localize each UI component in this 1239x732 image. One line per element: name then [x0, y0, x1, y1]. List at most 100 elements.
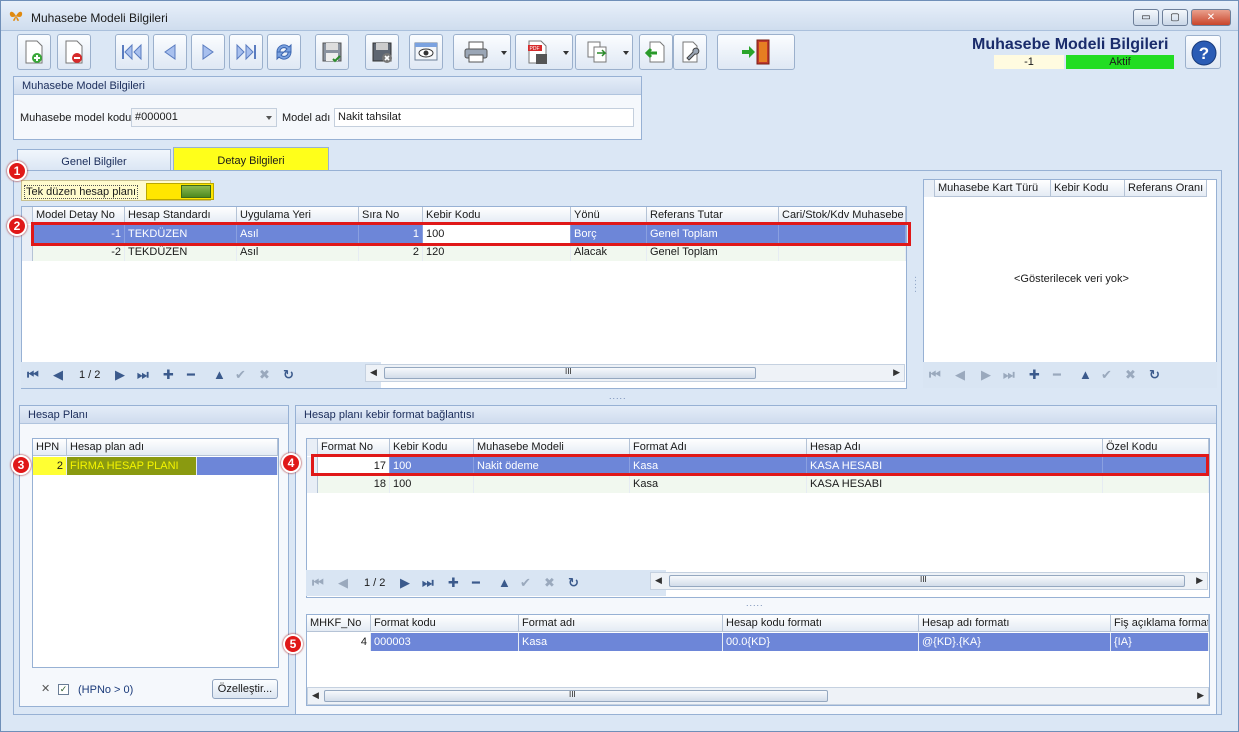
scroll-thumb[interactable]: III	[324, 690, 828, 702]
add-row-icon[interactable]: ✚	[163, 368, 174, 382]
cancel-icon[interactable]: ✖	[544, 576, 555, 590]
previous-page-icon[interactable]: ◀	[955, 368, 965, 382]
print-dropdown-arrow[interactable]	[501, 51, 507, 55]
close-button[interactable]: ✕	[1191, 9, 1231, 26]
col-format-adi-mhkf[interactable]: Format adı	[519, 615, 723, 632]
col-mhkf-no[interactable]: MHKF_No	[307, 615, 371, 632]
save-close-button[interactable]	[365, 34, 399, 70]
table-row[interactable]: 4 000003 Kasa 00.0{KD} @{KD}.{KA} {IA}	[307, 633, 1209, 651]
col-kebir-kodu-right[interactable]: Kebir Kodu	[1051, 180, 1125, 197]
previous-record-button[interactable]	[153, 34, 187, 70]
col-hesap-kodu-formati[interactable]: Hesap kodu formatı	[723, 615, 919, 632]
col-format-kodu[interactable]: Format kodu	[371, 615, 519, 632]
first-record-button[interactable]	[115, 34, 149, 70]
filter-checkbox[interactable]: ✓	[58, 684, 69, 695]
cell[interactable]: 4	[307, 633, 371, 651]
col-muhasebe-kart-turu[interactable]: Muhasebe Kart Türü	[935, 180, 1051, 197]
next-record-button[interactable]	[191, 34, 225, 70]
format-splitter[interactable]: .....	[746, 598, 764, 608]
mhkf-hscroll[interactable]: ◀ III ▶	[307, 687, 1209, 705]
table-row[interactable]: 2 FİRMA HESAP PLANI	[33, 457, 278, 475]
previous-page-icon[interactable]: ◀	[53, 368, 63, 382]
refresh-grid-icon[interactable]: ↻	[1149, 368, 1160, 382]
next-page-icon[interactable]: ▶	[400, 576, 410, 590]
cell[interactable]: KASA HESABI	[807, 475, 1103, 493]
exit-button[interactable]	[717, 34, 795, 70]
add-row-icon[interactable]: ✚	[448, 576, 459, 590]
print-button[interactable]	[453, 34, 511, 70]
horizontal-splitter[interactable]: .....	[609, 391, 627, 401]
remove-row-icon[interactable]: ━	[472, 576, 480, 590]
cell[interactable]	[1103, 475, 1209, 493]
first-page-icon[interactable]: ⏮	[312, 576, 324, 590]
row-indicator[interactable]	[307, 475, 318, 493]
move-up-icon[interactable]: ▲	[213, 368, 226, 382]
cancel-icon[interactable]: ✖	[259, 368, 270, 382]
last-page-icon[interactable]: ⏭	[422, 576, 434, 590]
last-page-icon[interactable]: ⏭	[137, 368, 149, 382]
last-record-button[interactable]	[229, 34, 263, 70]
cell[interactable]: FİRMA HESAP PLANI	[67, 457, 197, 475]
scroll-left-icon[interactable]: ◀	[312, 690, 319, 701]
pdf-dropdown-arrow[interactable]	[563, 51, 569, 55]
new-button[interactable]	[17, 34, 51, 70]
scroll-right-icon[interactable]: ▶	[1196, 575, 1203, 586]
col-referans-orani[interactable]: Referans Oranı	[1125, 180, 1207, 197]
previous-page-icon[interactable]: ◀	[338, 576, 348, 590]
save-button[interactable]	[315, 34, 349, 70]
next-page-icon[interactable]: ▶	[981, 368, 991, 382]
move-up-icon[interactable]: ▲	[1079, 368, 1092, 382]
scroll-left-icon[interactable]: ◀	[370, 367, 377, 378]
filter-close-icon[interactable]: ✕	[41, 682, 50, 695]
vertical-splitter[interactable]: .....	[913, 276, 923, 294]
pdf-export-button[interactable]: PDF	[515, 34, 573, 70]
refresh-grid-icon[interactable]: ↻	[568, 576, 579, 590]
model-code-combo[interactable]: #000001	[131, 108, 277, 127]
table-row[interactable]: 18 100 Kasa KASA HESABI	[307, 475, 1209, 493]
cell[interactable]: 00.0{KD}	[723, 633, 919, 651]
scroll-right-icon[interactable]: ▶	[893, 367, 900, 378]
cell[interactable]: 2	[33, 457, 67, 475]
cell[interactable]: 100	[390, 475, 474, 493]
first-page-icon[interactable]: ⏮	[27, 368, 39, 382]
col-hesap-adi-formati[interactable]: Hesap adı formatı	[919, 615, 1111, 632]
cancel-icon[interactable]: ✖	[1125, 368, 1136, 382]
tek-duzen-toggle[interactable]	[146, 183, 214, 200]
accept-icon[interactable]: ✔	[235, 368, 246, 382]
accept-icon[interactable]: ✔	[1101, 368, 1112, 382]
copy-dropdown-arrow[interactable]	[623, 51, 629, 55]
delete-button[interactable]	[57, 34, 91, 70]
customize-button[interactable]: Özelleştir...	[212, 679, 278, 699]
next-page-icon[interactable]: ▶	[115, 368, 125, 382]
refresh-grid-icon[interactable]: ↻	[283, 368, 294, 382]
scroll-left-icon[interactable]: ◀	[655, 575, 662, 586]
move-up-icon[interactable]: ▲	[498, 576, 511, 590]
col-fis-aciklama-formati[interactable]: Fiş açıklama formatı	[1111, 615, 1209, 632]
filter-text[interactable]: (HPNo > 0)	[78, 684, 133, 696]
last-page-icon[interactable]: ⏭	[1003, 368, 1015, 382]
format-hscroll[interactable]: ◀ III ▶	[650, 572, 1208, 590]
cell[interactable]	[474, 475, 630, 493]
col-hpn[interactable]: HPN	[33, 439, 67, 456]
scroll-thumb[interactable]: III	[384, 367, 756, 379]
add-row-icon[interactable]: ✚	[1029, 368, 1040, 382]
scroll-thumb[interactable]: III	[669, 575, 1185, 587]
cell[interactable]: 000003	[371, 633, 519, 651]
model-name-input[interactable]: Nakit tahsilat	[334, 108, 634, 127]
col-hesap-plan-adi[interactable]: Hesap plan adı	[67, 439, 278, 456]
remove-row-icon[interactable]: ━	[1053, 368, 1061, 382]
toggle-knob[interactable]	[181, 185, 211, 198]
detail-hscroll[interactable]: ◀ III ▶	[365, 364, 905, 382]
cell[interactable]: Kasa	[630, 475, 807, 493]
import-button[interactable]	[639, 34, 673, 70]
cell[interactable]: {IA}	[1111, 633, 1209, 651]
refresh-button[interactable]	[267, 34, 301, 70]
cell-fill[interactable]	[197, 457, 278, 475]
preview-button[interactable]	[409, 34, 443, 70]
scroll-right-icon[interactable]: ▶	[1197, 690, 1204, 701]
minimize-button[interactable]: ▭	[1133, 9, 1159, 26]
first-page-icon[interactable]: ⏮	[929, 368, 941, 382]
cell[interactable]: Kasa	[519, 633, 723, 651]
remove-row-icon[interactable]: ━	[187, 368, 195, 382]
cell[interactable]: 18	[318, 475, 390, 493]
